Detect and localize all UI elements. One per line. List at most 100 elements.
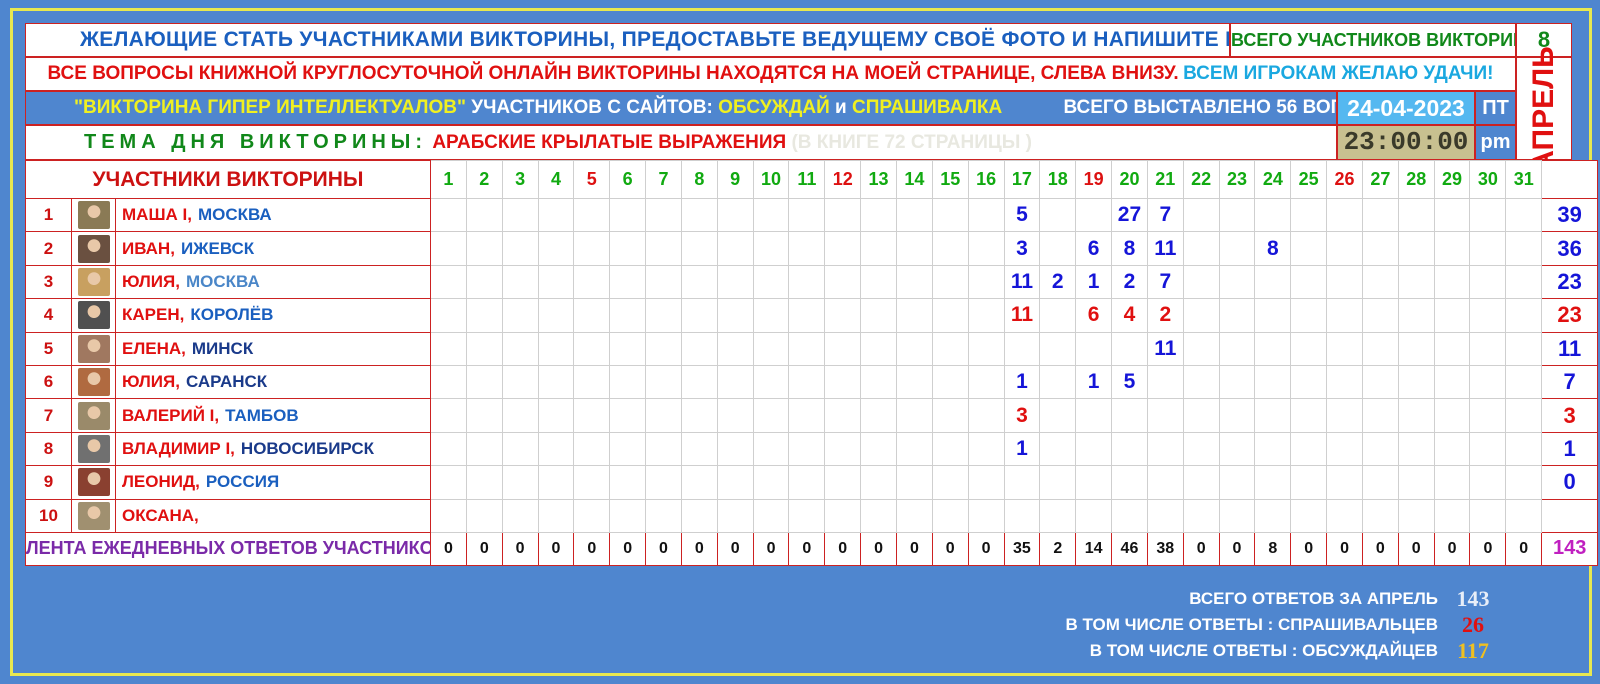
- avatar[interactable]: [77, 468, 110, 497]
- score-cell-day-1: [430, 197, 467, 233]
- score-cell-day-19: [1075, 398, 1113, 433]
- score-cell-day-19: [1075, 465, 1113, 500]
- score-cell-day-25: [1290, 264, 1328, 300]
- score-cell-day-22: [1182, 465, 1220, 500]
- daily-feed-value-25: 0: [1290, 531, 1328, 566]
- score-cell-day-8: [680, 231, 718, 266]
- row-total: 3: [1541, 398, 1599, 433]
- score-cell-day-6: [609, 298, 647, 333]
- score-cell-day-1: [430, 431, 467, 467]
- score-cell-day-31: [1505, 197, 1543, 233]
- weekday-box: ПТ: [1475, 91, 1516, 125]
- participant-name: МАША I,: [122, 205, 192, 225]
- stat-sprash-label: В ТОМ ЧИСЛЕ ОТВЕТЫ : СПРАШИВАЛЬЦЕВ: [1065, 615, 1438, 634]
- daily-feed-value-29: 0: [1433, 531, 1471, 566]
- avatar[interactable]: [77, 434, 110, 463]
- daily-feed-value-3: 0: [501, 531, 539, 566]
- theme-note: (В КНИГЕ 72 СТРАНИЦЫ ): [791, 132, 1032, 153]
- score-cell-day-10: [752, 264, 790, 300]
- avatar[interactable]: [77, 201, 110, 230]
- score-cell-day-31: [1505, 465, 1543, 500]
- score-cell-day-23: [1218, 364, 1256, 400]
- score-cell-day-25: [1290, 197, 1328, 233]
- score-cell-day-4: [537, 364, 575, 400]
- score-cell-day-8: [680, 498, 718, 533]
- score-cell-day-15: [931, 264, 969, 300]
- daily-feed-value-23: 0: [1218, 531, 1256, 566]
- score-cell-day-6: [609, 465, 647, 500]
- avatar[interactable]: [77, 401, 110, 430]
- score-cell-day-11: [788, 364, 826, 400]
- avatar[interactable]: [77, 234, 110, 263]
- site-obsuzhday[interactable]: ОБСУЖДАЙ: [718, 97, 830, 118]
- score-cell-day-29: [1433, 398, 1471, 433]
- score-cell-day-17: [1003, 331, 1041, 366]
- avatar[interactable]: [77, 301, 110, 330]
- avatar[interactable]: [77, 501, 110, 530]
- score-cell-day-16: [967, 398, 1005, 433]
- score-cell-day-20: [1111, 498, 1148, 533]
- row-total: 36: [1541, 231, 1599, 266]
- avatar[interactable]: [77, 267, 110, 296]
- score-cell-day-26: [1326, 331, 1363, 366]
- score-cell-day-9: [716, 398, 754, 433]
- participant-name: ЛЕОНИД,: [122, 472, 200, 492]
- score-cell-day-3: [501, 431, 539, 467]
- score-cell-day-29: [1433, 498, 1471, 533]
- score-cell-day-5: [573, 331, 611, 366]
- score-cell-day-21: [1146, 398, 1184, 433]
- row-number: 6: [25, 364, 72, 400]
- score-cell-day-25: [1290, 364, 1328, 400]
- score-cell-day-11: [788, 431, 826, 467]
- ampm-value: pm: [1480, 131, 1511, 153]
- score-cell-day-24: [1254, 364, 1292, 400]
- daily-feed-value-21: 38: [1146, 531, 1184, 566]
- participant-name-cell: ВЛАДИМИР I, НОВОСИБИРСК: [115, 431, 431, 467]
- score-cell-day-21: [1146, 465, 1184, 500]
- avatar[interactable]: [77, 334, 110, 363]
- stat-all-label: ВСЕГО ОТВЕТОВ ЗА АПРЕЛЬ: [1189, 589, 1438, 608]
- score-cell-day-18: [1039, 398, 1077, 433]
- score-cell-day-28: [1397, 465, 1435, 500]
- score-cell-day-15: [931, 498, 969, 533]
- clock-value: 23:00:00: [1343, 127, 1469, 157]
- avatar-cell: [71, 264, 116, 300]
- day-header-31: 31: [1505, 160, 1543, 199]
- score-cell-day-26: [1326, 431, 1363, 467]
- avatar-cell: [71, 431, 116, 467]
- row-number: 1: [25, 197, 72, 233]
- daily-feed-value-30: 0: [1469, 531, 1507, 566]
- site-sprashivalka[interactable]: СПРАШИВАЛКА: [852, 97, 1002, 118]
- score-cell-day-8: [680, 431, 718, 467]
- score-cell-day-26: [1326, 364, 1363, 400]
- daily-feed-value-20: 46: [1111, 531, 1148, 566]
- participant-name-cell: ВАЛЕРИЙ I, ТАМБОВ: [115, 398, 431, 433]
- score-cell-day-23: [1218, 398, 1256, 433]
- day-header-3: 3: [501, 160, 539, 199]
- stat-obsuzh-value: 117: [1457, 638, 1489, 663]
- score-cell-day-20: [1111, 398, 1148, 433]
- score-cell-day-10: [752, 431, 790, 467]
- score-cell-day-14: [895, 264, 933, 300]
- score-cell-day-12: [824, 264, 862, 300]
- score-cell-day-18: [1039, 231, 1077, 266]
- score-cell-day-7: [645, 197, 682, 233]
- score-cell-day-21: 2: [1146, 298, 1184, 333]
- score-cell-day-15: [931, 231, 969, 266]
- score-cell-day-7: [645, 364, 682, 400]
- participant-name-cell: ЮЛИЯ, МОСКВА: [115, 264, 431, 300]
- score-cell-day-18: [1039, 298, 1077, 333]
- score-cell-day-29: [1433, 364, 1471, 400]
- score-cell-day-17: 11: [1003, 264, 1041, 300]
- score-cell-day-30: [1469, 264, 1507, 300]
- score-cell-day-14: [895, 431, 933, 467]
- score-cell-day-19: 6: [1075, 298, 1113, 333]
- score-cell-day-17: [1003, 465, 1041, 500]
- score-cell-day-5: [573, 431, 611, 467]
- score-cell-day-30: [1469, 298, 1507, 333]
- participant-name-cell: ЕЛЕНА, МИНСК: [115, 331, 431, 366]
- score-cell-day-22: [1182, 231, 1220, 266]
- participant-name-cell: ЛЕОНИД, РОССИЯ: [115, 465, 431, 500]
- avatar[interactable]: [77, 368, 110, 397]
- participant-city: САРАНСК: [185, 372, 268, 392]
